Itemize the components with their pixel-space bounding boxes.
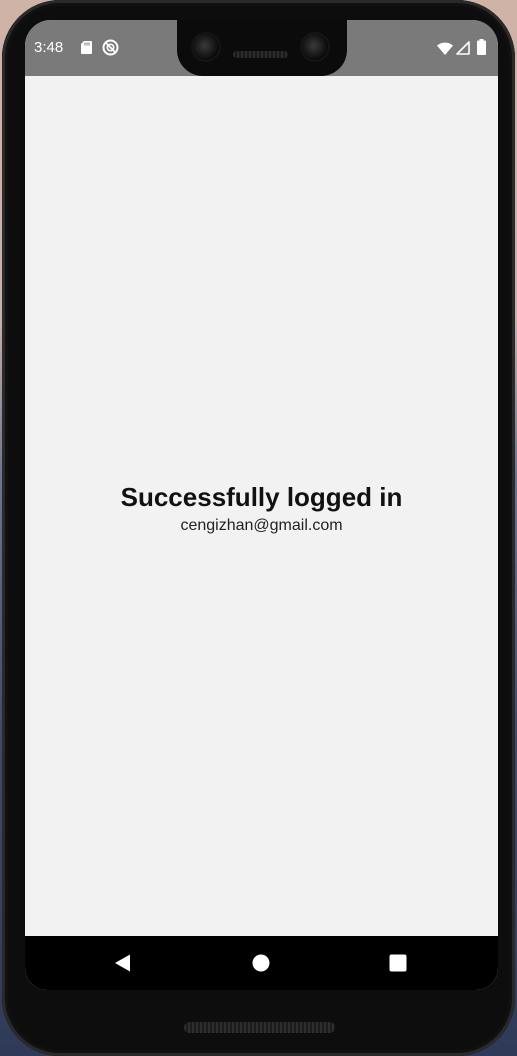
cell-signal-icon [456, 41, 470, 55]
wifi-icon [437, 42, 453, 55]
sd-card-icon [81, 41, 92, 54]
back-icon[interactable] [113, 953, 133, 973]
phone-frame: 3:48 Successfully logged in cengizhan@gm… [2, 0, 515, 1056]
battery-icon [477, 39, 486, 55]
user-email: cengizhan@gmail.com [180, 517, 343, 534]
recents-icon[interactable] [388, 953, 408, 973]
status-time: 3:48 [34, 39, 64, 56]
earpiece-speaker [233, 51, 288, 58]
sync-blocked-icon [102, 39, 119, 56]
home-icon[interactable] [251, 953, 271, 973]
front-camera-left [193, 34, 219, 60]
navigation-bar [25, 936, 498, 990]
bottom-speaker-grille [184, 1022, 335, 1033]
front-camera-right [302, 34, 328, 60]
app-screen: 3:48 Successfully logged in cengizhan@gm… [25, 20, 498, 990]
success-title: Successfully logged in [120, 482, 403, 512]
login-success-content: Successfully logged in cengizhan@gmail.c… [25, 478, 498, 536]
camera-notch [177, 20, 347, 76]
